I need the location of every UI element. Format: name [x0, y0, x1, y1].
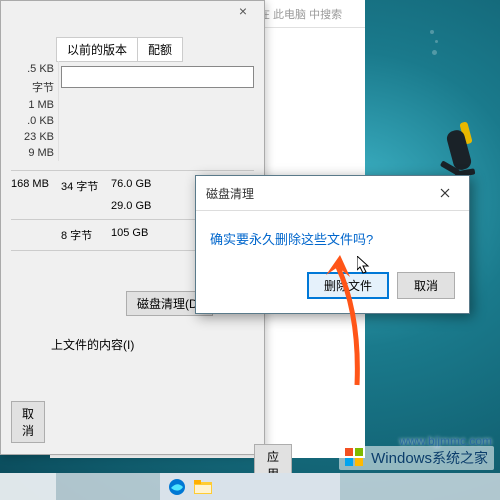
- disk-cell: 76.0 GB: [111, 178, 171, 194]
- confirm-cancel-button[interactable]: 取消: [397, 272, 455, 299]
- tab-previous-versions[interactable]: 以前的版本: [56, 37, 138, 62]
- disk-cell: 168 MB: [11, 178, 61, 194]
- confirm-title-text: 磁盘清理: [206, 185, 254, 202]
- windows-logo-icon: [345, 448, 365, 468]
- close-icon[interactable]: ×: [228, 3, 258, 23]
- delete-files-button[interactable]: 删除文件: [307, 272, 389, 299]
- taskbar-items: [160, 473, 340, 500]
- tab-strip: 以前的版本 配额: [56, 37, 182, 62]
- list-item: .5 KB: [1, 61, 59, 77]
- cancel-button-inner[interactable]: 取消: [11, 401, 45, 443]
- list-item: 9 MB: [1, 145, 59, 161]
- edge-icon[interactable]: [168, 478, 186, 496]
- disk-cell: 105 GB: [111, 227, 171, 243]
- watermark-brand: Windows: [371, 450, 432, 467]
- close-icon[interactable]: [431, 183, 459, 203]
- confirm-dialog: 磁盘清理 确实要永久删除这些文件吗? 删除文件 取消: [195, 175, 470, 314]
- tab-quota[interactable]: 配额: [137, 37, 183, 62]
- confirm-message: 确实要永久删除这些文件吗?: [210, 229, 455, 248]
- list-item: 1 MB: [1, 97, 59, 113]
- disk-cell: 34 字节: [61, 178, 111, 194]
- disk-cell: 8 字节: [61, 227, 111, 243]
- watermark: Windows系统之家: [339, 446, 494, 470]
- confirm-buttons: 删除文件 取消: [210, 272, 455, 299]
- size-list: .5 KB 字节 1 MB .0 KB 23 KB 9 MB: [1, 61, 59, 161]
- confirm-titlebar: 磁盘清理: [196, 176, 469, 211]
- list-item: .0 KB: [1, 113, 59, 129]
- watermark-suffix: 系统之家: [432, 450, 488, 466]
- volume-label-input[interactable]: [61, 66, 254, 88]
- list-item: 23 KB: [1, 129, 59, 145]
- index-content-label: 上文件的内容(I): [51, 336, 134, 353]
- search-placeholder: 在 此电脑 中搜索: [259, 6, 342, 22]
- disk-cell: 29.0 GB: [111, 200, 171, 212]
- taskbar[interactable]: [0, 473, 500, 500]
- list-item: 字节: [1, 77, 59, 97]
- explorer-icon[interactable]: [194, 480, 212, 494]
